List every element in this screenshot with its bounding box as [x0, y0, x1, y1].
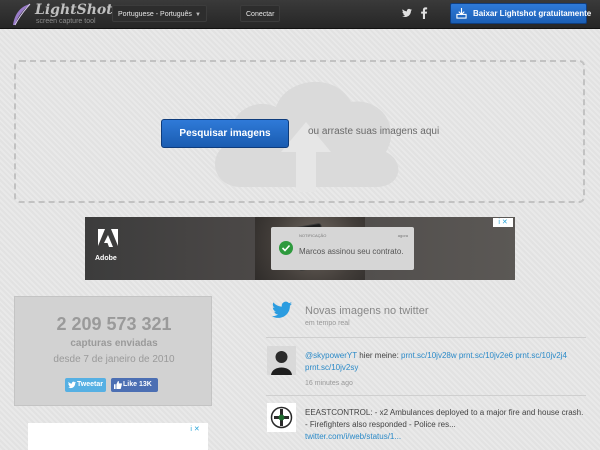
feather-icon: [13, 3, 31, 26]
ambulance-service-logo: [267, 403, 296, 432]
ad-slot[interactable]: [28, 423, 208, 450]
tweet-message: hier meine:: [357, 351, 402, 360]
thumbs-up-icon: [114, 381, 122, 389]
ad-choices-icon[interactable]: i ✕: [184, 425, 206, 434]
logo[interactable]: LightShot screen capture tool: [10, 2, 113, 28]
feed-subtitle: em tempo real: [305, 320, 350, 327]
tweet-user[interactable]: EEASTCONTROL: [305, 408, 370, 417]
download-label: Baixar Lightshot gratuitamente: [473, 9, 592, 18]
avatar-image: [267, 346, 296, 375]
adobe-brand: Adobe: [95, 255, 117, 262]
capture-since: desde 7 de janeiro de 2010: [53, 354, 175, 365]
twitter-bird-icon: [272, 301, 292, 318]
drag-hint: ou arraste suas imagens aqui: [308, 126, 440, 137]
login-button[interactable]: Conectar: [240, 5, 281, 22]
feed-title: Novas imagens no twitter: [305, 305, 429, 317]
feed-divider: [266, 337, 586, 338]
logo-subtitle: screen capture tool: [36, 18, 96, 25]
notification-text: Marcos assinou seu contrato.: [299, 247, 404, 256]
download-button[interactable]: Baixar Lightshot gratuitamente: [450, 3, 591, 24]
adobe-icon: [98, 229, 118, 247]
facebook-icon[interactable]: [420, 7, 428, 19]
logo-title: LightShot: [35, 2, 113, 18]
notification-meta: NOTIFICAÇÃO: [299, 233, 327, 238]
tweet-links[interactable]: twitter.com/i/web/status/1...: [305, 432, 401, 441]
capture-count: 2 209 573 321: [56, 314, 172, 334]
download-icon: [456, 8, 467, 19]
adobe-logo: Adobe: [95, 229, 121, 267]
notification-time: agora: [397, 233, 408, 238]
language-select[interactable]: Portuguese - Português ▼: [112, 5, 207, 22]
tweet-text: @skypowerYT hier meine: prnt.sc/10jv28w …: [305, 350, 585, 374]
tweet-time: 16 minutes ago: [305, 380, 353, 387]
ad-choices-icon[interactable]: i ✕: [493, 218, 513, 227]
feed-divider: [266, 395, 586, 396]
avatar[interactable]: [267, 403, 296, 432]
ad-banner[interactable]: Adobe NOTIFICAÇÃO agora Marcos assinou s…: [85, 217, 515, 280]
avatar[interactable]: [267, 346, 296, 375]
search-images-button[interactable]: Pesquisar imagens: [161, 119, 289, 148]
twitter-icon: [68, 381, 76, 389]
tweet-button[interactable]: Tweetar: [65, 378, 106, 392]
twitter-icon[interactable]: [402, 8, 412, 18]
like-label: Like 13K: [123, 381, 152, 388]
stats-box: 2 209 573 321 capturas enviadas desde 7 …: [14, 296, 212, 406]
check-circle-icon: [279, 241, 293, 255]
ad-notification: NOTIFICAÇÃO agora Marcos assinou seu con…: [271, 227, 414, 270]
upload-dropzone[interactable]: Pesquisar imagens ou arraste suas imagen…: [14, 60, 585, 203]
like-button[interactable]: Like 13K: [111, 378, 158, 392]
top-bar: LightShot screen capture tool Portuguese…: [0, 0, 600, 29]
chevron-down-icon: ▼: [194, 12, 201, 18]
tweet-label: Tweetar: [77, 381, 103, 388]
tweet-user-link[interactable]: @skypowerYT: [305, 351, 357, 360]
language-label: Portuguese - Português: [118, 11, 192, 18]
tweet-text: EEASTCONTROL: - x2 Ambulances deployed t…: [305, 407, 585, 443]
capture-label: capturas enviadas: [70, 338, 158, 349]
